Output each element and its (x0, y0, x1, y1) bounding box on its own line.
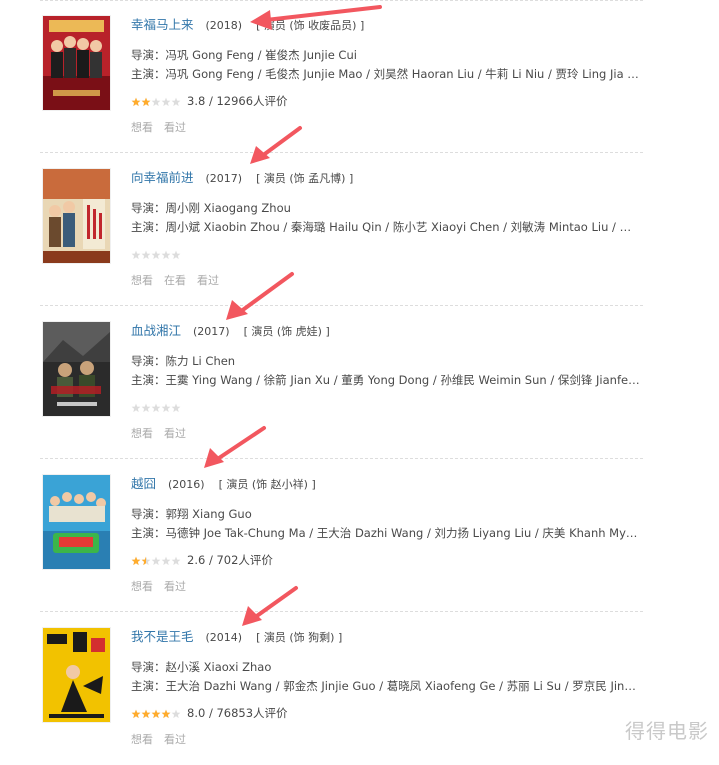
star-icon (171, 709, 181, 718)
film-poster[interactable] (43, 475, 110, 569)
rating-stars (131, 556, 181, 566)
film-year: (2017) (205, 172, 243, 185)
collect-action-link[interactable]: 看过 (197, 274, 219, 287)
star-filled-icon (131, 709, 141, 718)
title-line: 血战湘江 (2017) [ 演员 (饰 虎娃) ] (131, 321, 330, 341)
star-icon (171, 97, 181, 106)
film-poster[interactable] (43, 169, 110, 263)
star-icon (171, 403, 181, 412)
star-filled-icon (131, 556, 141, 565)
title-line: 越囧 (2016) [ 演员 (饰 赵小祥) ] (131, 474, 316, 494)
collect-actions: 想看 看过 (131, 119, 197, 137)
film-title-link[interactable]: 越囧 (131, 476, 156, 491)
star-icon (161, 403, 171, 412)
collect-action-link[interactable]: 想看 (131, 427, 153, 440)
rating-text: 2.6 / 702人评价 (187, 553, 273, 567)
film-role: [ 演员 (饰 收废品员) ] (256, 19, 365, 32)
star-icon (131, 403, 141, 412)
collect-actions: 想看 看过 (131, 425, 197, 443)
collect-action-link[interactable]: 看过 (164, 733, 186, 746)
collect-action-link[interactable]: 想看 (131, 274, 153, 287)
rating-text: 8.0 / 76853人评价 (187, 706, 288, 720)
film-poster[interactable] (43, 16, 110, 110)
film-role: [ 演员 (饰 狗剩) ] (256, 631, 343, 644)
film-poster[interactable] (43, 628, 110, 722)
film-title-link[interactable]: 血战湘江 (131, 323, 181, 338)
rating-line: 2.6 / 702人评价 (131, 551, 273, 569)
film-item: 向幸福前进 (2017) [ 演员 (饰 孟凡博) ] 导演：周小刚 Xiaogan… (0, 153, 719, 306)
collect-action-link[interactable]: 看过 (164, 427, 186, 440)
collect-action-link[interactable]: 想看 (131, 733, 153, 746)
director-line: 导演：陈力 Li Chen (131, 354, 236, 368)
collect-actions: 想看 看过 (131, 578, 197, 596)
star-icon (161, 250, 171, 259)
star-filled-icon (131, 97, 141, 106)
director-line: 导演：郭翔 Xiang Guo (131, 507, 252, 521)
star-filled-icon (141, 97, 151, 106)
film-item: 越囧 (2016) [ 演员 (饰 赵小祥) ] 导演：郭翔 Xiang Guo 主… (0, 459, 719, 612)
star-icon (151, 556, 161, 565)
rating-line: 8.0 / 76853人评价 (131, 704, 288, 722)
title-line: 向幸福前进 (2017) [ 演员 (饰 孟凡博) ] (131, 168, 353, 188)
rating-stars (131, 250, 181, 260)
collect-action-link[interactable]: 看过 (164, 121, 186, 134)
star-icon (131, 250, 141, 259)
title-line: 幸福马上来 (2018) [ 演员 (饰 收废品员) ] (131, 15, 364, 35)
director-line: 导演：冯巩 Gong Feng / 崔俊杰 Junjie Cui (131, 48, 357, 62)
rating-line (131, 398, 187, 416)
director-line: 导演：周小刚 Xiaogang Zhou (131, 201, 291, 215)
film-title-link[interactable]: 向幸福前进 (131, 170, 194, 185)
rating-stars (131, 403, 181, 413)
collect-action-link[interactable]: 在看 (164, 274, 186, 287)
cast-line: 主演：马德钟 Joe Tak-Chung Ma / 王大治 Dazhi Wang… (131, 526, 641, 540)
collect-action-link[interactable]: 看过 (164, 580, 186, 593)
star-filled-icon (161, 709, 171, 718)
film-item: 我不是王毛 (2014) [ 演员 (饰 狗剩) ] 导演：赵小溪 Xiaoxi Z… (0, 612, 719, 765)
cast-line: 主演：王大治 Dazhi Wang / 郭金杰 Jinjie Guo / 葛晓凤… (131, 679, 641, 693)
rating-stars (131, 709, 181, 719)
film-year: (2016) (168, 478, 205, 491)
film-year: (2018) (205, 19, 243, 32)
rating-text: 3.8 / 12966人评价 (187, 94, 288, 108)
star-icon (161, 556, 171, 565)
film-item: 血战湘江 (2017) [ 演员 (饰 虎娃) ] 导演：陈力 Li Chen 主演… (0, 306, 719, 459)
star-icon (151, 403, 161, 412)
star-icon (171, 250, 181, 259)
collect-action-link[interactable]: 想看 (131, 121, 153, 134)
star-filled-icon (141, 709, 151, 718)
film-role: [ 演员 (饰 孟凡博) ] (256, 172, 354, 185)
star-icon (141, 403, 151, 412)
star-icon (171, 556, 181, 565)
cast-line: 主演：王霙 Ying Wang / 徐箭 Jian Xu / 董勇 Yong D… (131, 373, 641, 387)
film-title-link[interactable]: 我不是王毛 (131, 629, 194, 644)
cast-line: 主演：冯巩 Gong Feng / 毛俊杰 Junjie Mao / 刘昊然 H… (131, 67, 641, 81)
star-icon (151, 250, 161, 259)
watermark: 得得电影 (625, 719, 709, 743)
rating-line (131, 245, 187, 263)
film-title-link[interactable]: 幸福马上来 (131, 17, 194, 32)
star-icon (161, 97, 171, 106)
title-line: 我不是王毛 (2014) [ 演员 (饰 狗剩) ] (131, 627, 342, 647)
star-icon (141, 250, 151, 259)
film-role: [ 演员 (饰 赵小祥) ] (218, 478, 316, 491)
film-role: [ 演员 (饰 虎娃) ] (243, 325, 330, 338)
rating-line: 3.8 / 12966人评价 (131, 92, 288, 110)
star-filled-icon (151, 709, 161, 718)
film-item: 幸福马上来 (2018) [ 演员 (饰 收废品员) ] 导演：冯巩 Gong Fe… (0, 0, 719, 153)
film-year: (2017) (193, 325, 230, 338)
film-year: (2014) (205, 631, 243, 644)
collect-actions: 想看 看过 (131, 731, 197, 749)
rating-stars (131, 97, 181, 107)
cast-line: 主演：周小斌 Xiaobin Zhou / 秦海璐 Hailu Qin / 陈小… (131, 220, 641, 234)
collect-actions: 想看 在看 看过 (131, 272, 230, 290)
director-line: 导演：赵小溪 Xiaoxi Zhao (131, 660, 272, 674)
collect-action-link[interactable]: 想看 (131, 580, 153, 593)
film-poster[interactable] (43, 322, 110, 416)
star-icon (151, 97, 161, 106)
filmography-list: 幸福马上来 (2018) [ 演员 (饰 收废品员) ] 导演：冯巩 Gong Fe… (0, 0, 719, 756)
